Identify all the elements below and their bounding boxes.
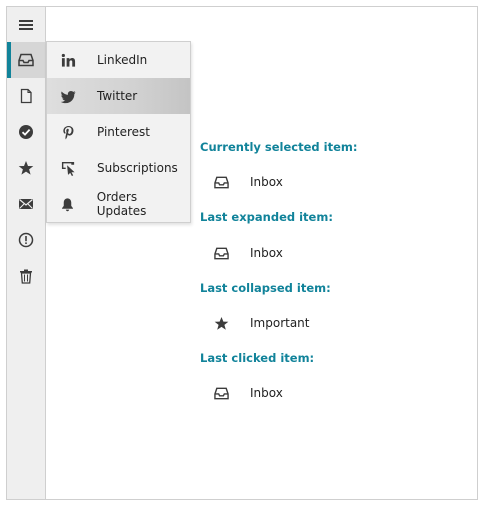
app-window: LinkedIn Twitter Pinterest Subscriptions… [6,6,478,500]
menu-item-twitter[interactable]: Twitter [47,78,190,114]
cursor-click-icon [61,161,75,176]
menu-item-linkedin[interactable]: LinkedIn [47,42,190,78]
inbox-icon [213,176,229,188]
selected-item-value: Inbox [250,175,283,189]
check-circle-icon [19,125,33,139]
inbox-icon [213,247,229,259]
envelope-icon [19,199,33,209]
document-icon [20,88,32,104]
bell-icon [62,197,74,211]
menu-item-label: LinkedIn [97,53,148,67]
menu-item-pinterest[interactable]: Pinterest [47,114,190,150]
rail-item-important[interactable] [7,150,45,186]
rail-item-trash[interactable] [7,258,45,294]
rail-item-alert[interactable] [7,222,45,258]
clicked-item-row: Inbox [213,385,283,401]
menu-item-orders-updates[interactable]: Orders Updates [47,186,190,222]
star-icon [214,316,228,330]
star-icon [18,161,34,175]
collapsed-item-value: Important [250,316,310,330]
rail-item-mail[interactable] [7,186,45,222]
rail-item-done[interactable] [7,114,45,150]
trash-icon [20,269,32,284]
pinterest-icon [62,125,73,139]
rail-item-inbox[interactable] [7,42,45,78]
rail-item-document[interactable] [7,78,45,114]
expanded-item-heading: Last expanded item: [200,210,333,224]
inbox-icon [213,387,229,399]
collapsed-item-row: Important [213,315,310,331]
twitter-icon [60,90,76,103]
clicked-item-heading: Last clicked item: [200,351,315,365]
inbox-flyout-menu: LinkedIn Twitter Pinterest Subscriptions… [46,41,191,223]
menu-item-subscriptions[interactable]: Subscriptions [47,150,190,186]
hamburger-menu-icon [19,20,33,30]
linkedin-icon [61,53,75,67]
menu-item-label: Twitter [97,89,138,103]
menu-item-label: Subscriptions [97,161,178,175]
exclamation-circle-icon [18,232,34,248]
expanded-item-value: Inbox [250,246,283,260]
selected-item-heading: Currently selected item: [200,140,358,154]
menu-item-label: Orders Updates [96,190,147,218]
clicked-item-value: Inbox [250,386,283,400]
inbox-icon [18,53,34,67]
expanded-item-row: Inbox [213,245,283,261]
navigation-rail [7,7,46,499]
collapsed-item-heading: Last collapsed item: [200,281,331,295]
hamburger-menu-button[interactable] [7,7,45,43]
selected-item-row: Inbox [213,174,283,190]
menu-item-label: Pinterest [97,125,151,139]
